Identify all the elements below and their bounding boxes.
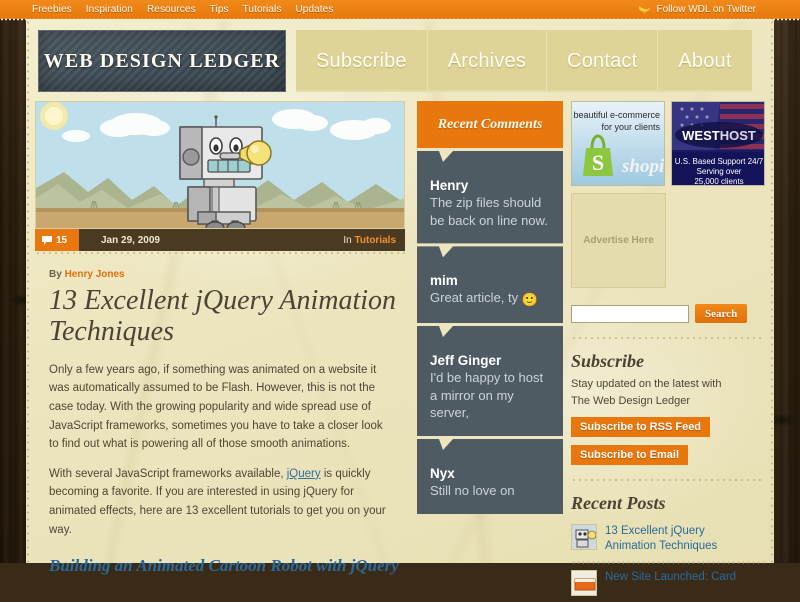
sidebar-column: beautiful e-commerce for your clients S …	[569, 101, 765, 596]
svg-text:S: S	[592, 150, 604, 175]
card-thumb-icon	[571, 569, 597, 596]
comment-author-1: Henry	[430, 178, 469, 193]
page-sheet: WEB DESIGN LEDGER Subscribe Archives Con…	[26, 19, 774, 596]
robot-thumb-icon	[571, 524, 597, 550]
top-navigation-bar: Freebies Inspiration Resources Tips Tuto…	[0, 0, 800, 21]
svg-text:shopify: shopify	[621, 156, 665, 177]
recent-post-title-2: New Site Launched: Card	[605, 570, 737, 583]
subscribe-description: Stay updated on the latest with The Web …	[571, 378, 722, 407]
comment-tail-3	[417, 323, 563, 338]
recent-post-item-2[interactable]: New Site Launched: Card	[571, 564, 765, 602]
article-paragraph-2: With several JavaScript frameworks avail…	[49, 465, 395, 540]
site-logo[interactable]: WEB DESIGN LEDGER	[38, 30, 286, 92]
subscribe-title: Subscribe	[571, 351, 645, 371]
svg-text:25,000 clients: 25,000 clients	[694, 177, 743, 186]
comment-text-1: The zip files should be back on line now…	[430, 195, 548, 228]
jquery-link[interactable]: jQuery	[287, 468, 321, 480]
shopify-ad[interactable]: beautiful e-commerce for your clients S …	[571, 101, 665, 186]
search-input[interactable]	[571, 304, 689, 323]
comment-author-2: mim	[430, 273, 458, 289]
smiley-emoji-icon: 🙂	[521, 292, 538, 308]
svg-text:U.S. Based Support 24/7: U.S. Based Support 24/7	[675, 157, 764, 166]
comment-count-badge[interactable]: 15	[35, 229, 79, 251]
top-nav-links: Freebies Inspiration Resources Tips Tuto…	[32, 0, 333, 19]
bird-icon	[638, 6, 651, 15]
content-columns: 15 Jan 29, 2009 In Tutorials By Henry Jo…	[35, 101, 765, 596]
advertise-here-box[interactable]: Advertise Here	[571, 193, 666, 288]
masthead: WEB DESIGN LEDGER Subscribe Archives Con…	[38, 30, 762, 92]
svg-text:WESTHOST: WESTHOST	[682, 128, 756, 143]
speech-bubble-icon	[42, 235, 52, 245]
comment-item-4[interactable]: Nyx Still no love on	[417, 450, 563, 514]
top-nav-link-inspiration[interactable]: Inspiration	[86, 4, 133, 15]
top-nav-link-updates[interactable]: Updates	[295, 4, 333, 15]
article-subheading[interactable]: Building an Animated Cartoon Robot with …	[49, 555, 401, 576]
top-nav-link-resources[interactable]: Resources	[147, 4, 196, 15]
top-nav-link-tips[interactable]: Tips	[210, 4, 229, 15]
comment-tail-1	[417, 148, 563, 162]
nav-tab-subscribe[interactable]: Subscribe	[296, 30, 428, 92]
ad-banners: beautiful e-commerce for your clients S …	[571, 101, 765, 186]
main-navigation: Subscribe Archives Contact About	[296, 30, 752, 92]
svg-text:Serving over: Serving over	[697, 167, 742, 176]
comment-item-1[interactable]: Henry The zip files should be back on li…	[417, 162, 563, 244]
subscribe-email-button[interactable]: Subscribe to Email	[571, 445, 689, 465]
svg-text:beautiful e-commerce: beautiful e-commerce	[573, 110, 660, 120]
article-date: Jan 29, 2009	[101, 234, 160, 246]
comment-text-2: Great article, ty 🙂	[430, 289, 550, 309]
article-meta-bar: 15 Jan 29, 2009 In Tutorials	[35, 229, 405, 251]
topbar-dotted-edge	[0, 18, 800, 21]
article-author-link[interactable]: Henry Jones	[65, 269, 125, 280]
recent-comments-heading: Recent Comments	[417, 101, 563, 148]
site-logo-text: WEB DESIGN LEDGER	[43, 49, 281, 72]
recent-post-item-1[interactable]: 13 Excellent jQuery Animation Techniques	[571, 518, 765, 561]
nav-tab-contact[interactable]: Contact	[547, 30, 659, 92]
comment-tail-2	[417, 243, 563, 258]
comment-author-4: Nyx	[430, 466, 455, 482]
search-row: Search	[571, 304, 765, 323]
article-category-prefix: In	[343, 234, 352, 246]
paragraph-2-text-a: With several JavaScript frameworks avail…	[49, 467, 287, 480]
westhost-ad[interactable]: WESTHOST U.S. Based Support 24/7 Serving…	[671, 101, 765, 186]
article-hero-image[interactable]	[35, 101, 405, 229]
article-body: By Henry Jones 13 Excellent jQuery Anima…	[35, 255, 413, 577]
comment-author-3: Jeff Ginger	[430, 353, 502, 369]
recent-posts-title: Recent Posts	[571, 493, 666, 513]
main-content-column: 15 Jan 29, 2009 In Tutorials By Henry Jo…	[35, 101, 413, 575]
article-paragraph-1: Only a few years ago, if something was a…	[49, 363, 383, 451]
twitter-follow-link[interactable]: Follow WDL on Twitter	[638, 0, 756, 19]
comment-text-3: I'd be happy to host a mirror on my serv…	[430, 370, 544, 421]
nav-tab-about[interactable]: About	[658, 30, 752, 92]
top-nav-link-tutorials[interactable]: Tutorials	[243, 4, 282, 15]
comment-item-3[interactable]: Jeff Ginger I'd be happy to host a mirro…	[417, 337, 563, 437]
article-byline: By Henry Jones	[49, 269, 401, 280]
sidebar-divider-1	[571, 336, 765, 340]
nav-tab-archives[interactable]: Archives	[427, 30, 548, 92]
comment-count-value: 15	[56, 234, 68, 246]
comment-text-4: Still no love on	[430, 483, 515, 499]
top-nav-link-freebies[interactable]: Freebies	[32, 4, 72, 15]
article-title[interactable]: 13 Excellent jQuery Animation Techniques	[49, 285, 401, 348]
comment-item-2[interactable]: mim Great article, ty 🙂	[417, 257, 563, 324]
comment-text-2-body: Great article, ty	[430, 290, 519, 306]
svg-text:for your clients: for your clients	[601, 122, 660, 132]
search-button[interactable]: Search	[695, 304, 748, 323]
recent-comments-column: Recent Comments Henry The zip files shou…	[417, 101, 565, 563]
subscribe-rss-button[interactable]: Subscribe to RSS Feed	[571, 417, 711, 437]
sidebar-divider-2	[571, 478, 765, 482]
recent-post-title-1: 13 Excellent jQuery Animation Techniques	[605, 525, 718, 553]
article-category-link[interactable]: Tutorials	[355, 235, 396, 246]
byline-prefix: By	[49, 269, 62, 280]
comment-tail-4	[417, 436, 563, 451]
twitter-follow-label: Follow WDL on Twitter	[656, 4, 756, 15]
article-category: In Tutorials	[343, 235, 396, 246]
